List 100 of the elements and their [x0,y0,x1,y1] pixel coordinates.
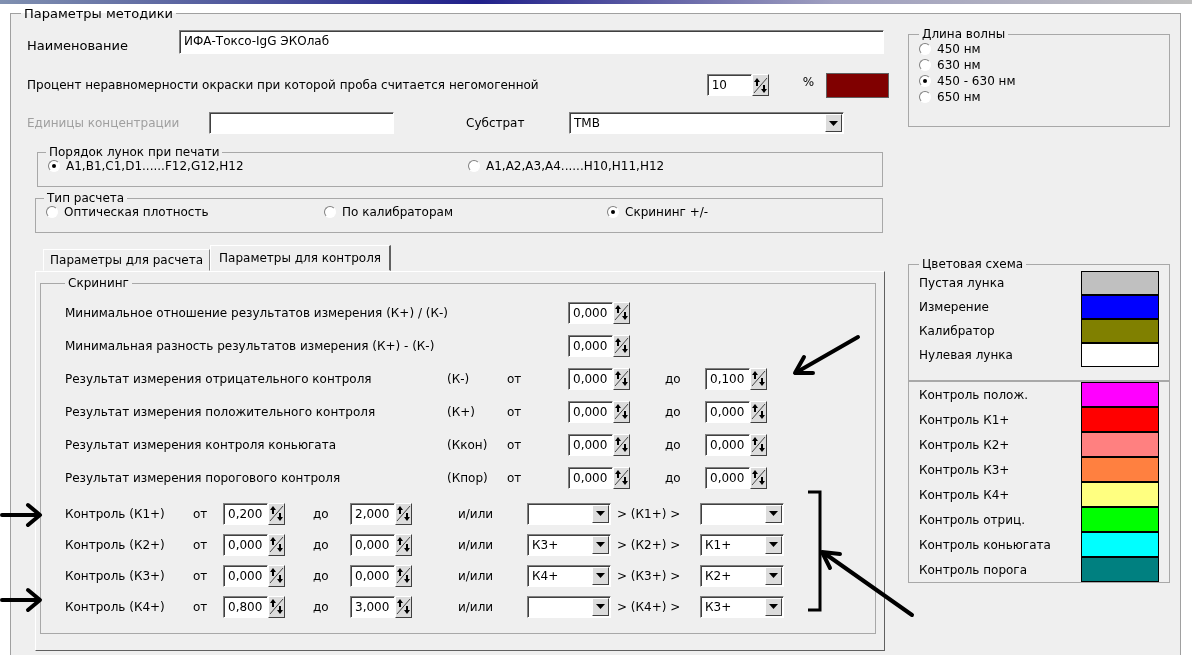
value-field[interactable]: 0,000 [568,400,613,423]
to-label: до [665,470,682,485]
spin-button[interactable] [268,502,285,525]
to-label: до [313,537,330,552]
spin-button[interactable] [613,433,630,456]
dropdown-arrow-icon [596,604,605,609]
radio-button[interactable] [919,43,931,55]
spin-button[interactable] [613,466,630,489]
percent-field[interactable]: 10 [706,74,752,96]
value-field[interactable]: 0,000 [350,533,395,556]
control-dropdown[interactable] [527,595,611,618]
spin-button[interactable] [395,502,412,525]
color-swatch[interactable] [1081,457,1159,482]
radio-label[interactable]: Скрининг +/- [625,205,709,219]
color-label: Калибратор [919,324,995,338]
value-field[interactable]: 0,000 [568,367,613,390]
spin-button[interactable] [750,367,767,390]
parameter-tag: (К+) [447,404,507,419]
color-swatch[interactable] [1081,407,1159,432]
color-swatch[interactable] [1081,382,1159,407]
radio-button[interactable] [468,160,480,172]
radio-label[interactable]: 450 нм [937,42,981,56]
radio-button[interactable] [46,206,58,218]
value-field[interactable]: 0,000 [705,433,750,456]
value-field[interactable]: 0,800 [223,595,268,618]
radio-label[interactable]: Оптическая плотность [64,205,209,219]
control-dropdown[interactable]: К3+ [700,595,784,618]
value-field[interactable]: 3,000 [350,595,395,618]
color-swatch[interactable] [826,72,889,98]
spin-button[interactable] [613,400,630,423]
parameter-tag: (Ккон) [447,437,507,452]
from-label: от [507,437,523,452]
spin-button[interactable] [750,466,767,489]
value-field[interactable]: 0,000 [223,533,268,556]
tab[interactable]: Параметры для расчета [43,249,211,271]
color-swatch[interactable] [1081,319,1159,343]
units-field[interactable] [209,112,394,134]
parameter-label: Результат измерения контроля коньюгата [65,437,337,452]
value-field[interactable]: 0,200 [223,502,268,525]
radio-label[interactable]: 450 - 630 нм [937,74,1016,88]
parameter-tag: (Кпор) [447,470,507,485]
radio-label[interactable]: A1,A2,A3,A4......H10,H11,H12 [486,159,665,173]
color-label: Нулевая лунка [919,348,1013,362]
spin-button[interactable] [395,564,412,587]
control-dropdown[interactable]: К1+ [700,533,784,556]
radio-label[interactable]: A1,B1,C1,D1......F12,G12,H12 [66,159,244,173]
control-dropdown[interactable] [700,502,784,525]
and-or-label: и/или [458,537,495,552]
radio-button[interactable] [607,206,619,218]
radio-label[interactable]: 650 нм [937,90,981,104]
value-field[interactable]: 0,000 [705,400,750,423]
value-field[interactable]: 0,000 [568,433,613,456]
color-label: Контроль К2+ [919,437,1010,452]
value-field[interactable]: 0,000 [705,466,750,489]
up-down-arrows-icon [269,567,284,584]
radio-button[interactable] [919,91,931,103]
spin-button[interactable] [268,564,285,587]
spin-button[interactable] [750,433,767,456]
spin-button[interactable] [268,533,285,556]
color-swatch[interactable] [1081,343,1159,367]
spin-button[interactable] [268,595,285,618]
up-down-arrows-icon [396,505,411,522]
color-swatch[interactable] [1081,507,1159,532]
name-field[interactable]: ИФА-Токсо-IgG ЭКОлаб [179,30,884,54]
comparison-label: > (К2+) > [616,537,682,552]
spin-button[interactable] [613,334,630,357]
spin-button[interactable] [613,301,630,324]
substrate-dropdown[interactable]: ТМВ [569,112,844,134]
up-down-arrows-icon [614,337,629,354]
color-swatch[interactable] [1081,432,1159,457]
control-dropdown[interactable] [527,502,611,525]
tab[interactable]: Параметры для контроля [210,245,392,271]
spin-button[interactable] [395,595,412,618]
radio-label[interactable]: По калибраторам [342,205,453,219]
color-swatch[interactable] [1081,482,1159,507]
color-swatch[interactable] [1081,557,1159,582]
up-down-arrows-icon [614,436,629,453]
value-field[interactable]: 0,000 [568,466,613,489]
spin-button[interactable] [750,400,767,423]
radio-button[interactable] [324,206,336,218]
control-dropdown[interactable]: К4+ [527,564,611,587]
value-field[interactable]: 0,000 [350,564,395,587]
radio-button[interactable] [919,59,931,71]
value-field[interactable]: 0,000 [568,334,613,357]
group-title: Параметры методики [23,6,175,21]
value-field[interactable]: 0,000 [223,564,268,587]
color-swatch[interactable] [1081,532,1159,557]
spin-button[interactable] [395,533,412,556]
color-swatch[interactable] [1081,271,1159,295]
radio-button[interactable] [919,75,931,87]
control-dropdown[interactable]: К3+ [527,533,611,556]
radio-button[interactable] [48,160,60,172]
radio-label[interactable]: 630 нм [937,58,981,72]
color-label: Контроль полож. [919,387,1029,402]
value-field[interactable]: 0,100 [705,367,750,390]
value-field[interactable]: 0,000 [568,301,613,324]
spin-button[interactable] [613,367,630,390]
color-swatch[interactable] [1081,295,1159,319]
control-dropdown[interactable]: К2+ [700,564,784,587]
value-field[interactable]: 2,000 [350,502,395,525]
